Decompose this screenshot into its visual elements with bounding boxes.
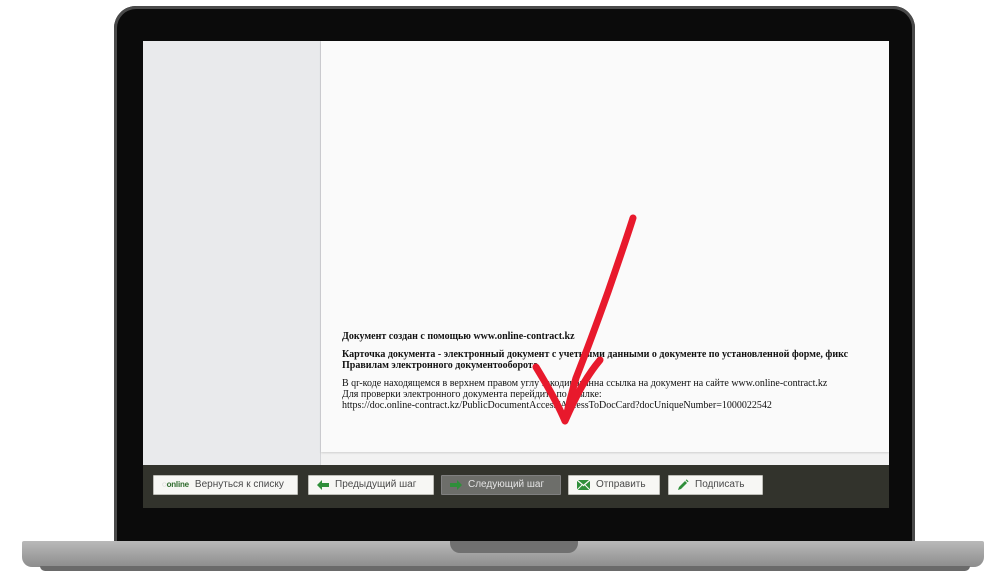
back-to-list-button[interactable]: ◌online Вернуться к списку (153, 475, 298, 495)
arrow-right-icon (450, 480, 462, 490)
sign-button[interactable]: Подписать (668, 475, 763, 495)
doc-created-line: Документ создан с помощью www.online-con… (342, 331, 575, 342)
doc-card-line: Карточка документа - электронный докумен… (342, 349, 849, 360)
document-viewer[interactable]: Документ создан с помощью www.online-con… (321, 41, 889, 465)
bottom-toolbar: ◌online Вернуться к списку Предыдущий ша… (143, 465, 889, 508)
send-button[interactable]: Отправить (568, 475, 660, 495)
pen-icon (677, 479, 689, 491)
doc-rules-line: Правилам электронного документооборота (342, 360, 538, 371)
online-logo-icon: ◌online (162, 480, 189, 489)
back-to-list-label: Вернуться к списку (194, 479, 284, 490)
laptop-notch (450, 541, 578, 553)
document-page: Документ создан с помощью www.online-con… (321, 41, 889, 452)
doc-qr-line: В qr-коде находящемся в верхнем правом у… (342, 378, 828, 389)
document-footer-text: Документ создан с помощью www.online-con… (342, 331, 889, 411)
sign-label: Подписать (695, 479, 745, 490)
laptop-screen: Документ создан с помощью www.online-con… (143, 41, 889, 508)
previous-step-label: Предыдущий шаг (335, 479, 417, 490)
arrow-left-icon (317, 480, 329, 490)
previous-step-button[interactable]: Предыдущий шаг (308, 475, 434, 495)
sidebar-panel (143, 41, 321, 465)
laptop-base-shadow (40, 566, 970, 571)
next-step-button[interactable]: Следующий шаг (441, 475, 561, 495)
send-label: Отправить (596, 479, 646, 490)
next-step-label: Следующий шаг (468, 479, 545, 490)
doc-verify-line: Для проверки электронного документа пере… (342, 389, 602, 400)
envelope-icon (577, 480, 590, 490)
doc-link-line[interactable]: https://doc.online-contract.kz/PublicDoc… (342, 400, 889, 411)
